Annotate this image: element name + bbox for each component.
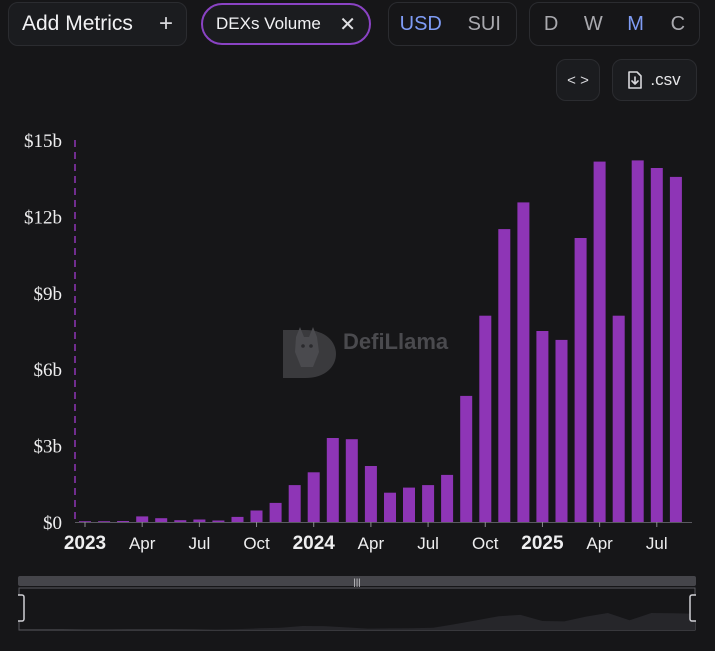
period-option-w[interactable]: W xyxy=(572,13,614,36)
bar-2025-08[interactable] xyxy=(669,176,682,522)
bar-2025-07[interactable] xyxy=(650,168,663,522)
bar-2023-04[interactable] xyxy=(136,516,149,522)
bar-2023-08[interactable] xyxy=(212,520,225,523)
period-option-d[interactable]: D xyxy=(530,13,572,36)
watermark-text: DefiLlama xyxy=(343,329,449,354)
currency-toggle: USD SUI xyxy=(388,2,517,46)
bar-2024-11[interactable] xyxy=(498,229,511,522)
bar-2024-01[interactable] xyxy=(307,472,320,522)
x-tick-label: 2023 xyxy=(64,533,106,554)
add-metrics-label: Add Metrics xyxy=(22,12,133,35)
y-tick-label: $9b xyxy=(34,284,63,305)
bar-2024-07[interactable] xyxy=(422,485,435,522)
bar-2024-05[interactable] xyxy=(384,492,396,522)
x-tick-label: Apr xyxy=(358,534,385,553)
bar-2023-12[interactable] xyxy=(288,485,301,522)
y-tick-label: $3b xyxy=(34,437,63,458)
bar-2023-11[interactable] xyxy=(269,502,282,522)
add-metrics-button[interactable]: Add Metrics + xyxy=(8,2,187,46)
bar-2023-03[interactable] xyxy=(117,521,130,522)
bar-2024-09[interactable] xyxy=(460,395,473,522)
code-icon: < > xyxy=(567,71,589,89)
y-tick-label: $15b xyxy=(24,131,62,152)
bar-2023-05[interactable] xyxy=(155,518,168,522)
x-tick-label: Apr xyxy=(586,534,613,553)
x-tick-label: 2025 xyxy=(521,533,564,554)
bar-2023-06[interactable] xyxy=(174,520,187,522)
range-selector[interactable]: ||| xyxy=(18,576,696,632)
y-tick-label: $12b xyxy=(24,207,62,228)
bar-2025-05[interactable] xyxy=(612,315,625,522)
bar-2025-02[interactable] xyxy=(555,339,568,522)
range-handle-left[interactable] xyxy=(18,594,25,622)
defillama-watermark: DefiLlama xyxy=(283,327,449,378)
bar-2023-10[interactable] xyxy=(250,510,263,523)
plus-icon: + xyxy=(158,10,173,37)
bar-2024-12[interactable] xyxy=(517,202,530,522)
period-option-c[interactable]: C xyxy=(657,13,699,36)
csv-label: .csv xyxy=(650,70,681,89)
y-axis: $0 $3b $6b $9b $12b $15b xyxy=(24,131,62,534)
bar-2024-06[interactable] xyxy=(403,487,415,522)
x-tick-label: 2024 xyxy=(293,533,336,554)
bar-2024-10[interactable] xyxy=(479,315,492,522)
bar-2025-06[interactable] xyxy=(631,160,644,522)
range-handle-right[interactable] xyxy=(689,594,696,622)
grip-icon: ||| xyxy=(353,577,360,587)
csv-download-button[interactable]: .csv xyxy=(612,59,697,101)
bar-2025-04[interactable] xyxy=(593,161,606,522)
bar-2024-08[interactable] xyxy=(441,474,454,522)
embed-button[interactable]: < > xyxy=(556,59,600,101)
metric-chip-dexs-volume[interactable]: DEXs Volume ✕ xyxy=(201,3,371,45)
close-icon[interactable]: ✕ xyxy=(339,12,356,37)
currency-option-sui[interactable]: SUI xyxy=(453,13,517,36)
bar-2024-02[interactable] xyxy=(326,438,339,522)
period-toggle: DWMC xyxy=(529,2,700,46)
y-tick-label: $6b xyxy=(34,360,63,381)
metric-chip-label: DEXs Volume xyxy=(216,14,321,33)
bar-2024-03[interactable] xyxy=(345,439,358,522)
x-tick-label: Oct xyxy=(472,534,499,553)
x-tick-label: Oct xyxy=(243,534,270,553)
dex-volume-chart: DefiLlama $0 $3b $6b $9b $12b $15b 2023 Apr Jul… xyxy=(24,131,692,554)
x-axis: 2023 Apr Jul Oct 2024 Apr Jul Oct 2025 Apr Jul xyxy=(64,522,668,554)
download-file-icon xyxy=(628,71,643,89)
y-tick-label: $0 xyxy=(43,513,62,534)
x-tick-label: Apr xyxy=(129,534,156,553)
bar-2025-01[interactable] xyxy=(536,331,549,522)
bar-2023-07[interactable] xyxy=(193,519,206,523)
x-tick-label: Jul xyxy=(188,534,210,553)
x-tick-label: Jul xyxy=(646,534,668,553)
bar-2023-09[interactable] xyxy=(231,516,244,522)
currency-option-usd[interactable]: USD xyxy=(389,13,453,36)
x-tick-label: Jul xyxy=(417,534,439,553)
period-option-m[interactable]: M xyxy=(615,13,657,36)
bar-2024-04[interactable] xyxy=(364,466,377,522)
bar-2025-03[interactable] xyxy=(574,238,587,522)
